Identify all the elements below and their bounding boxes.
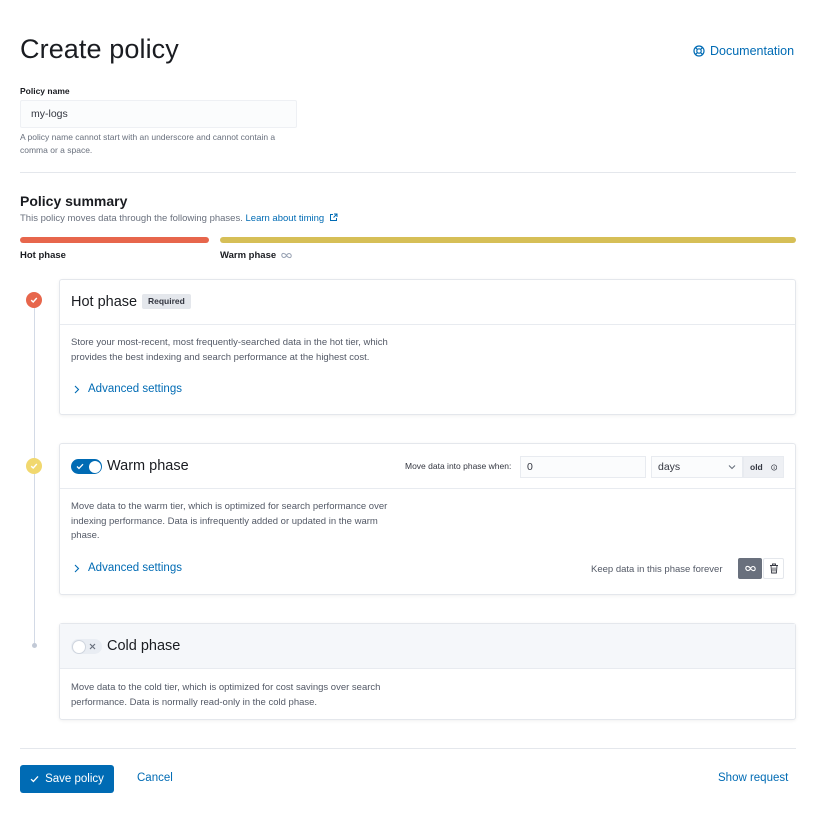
chevron-right-icon bbox=[74, 564, 80, 572]
documentation-label: Documentation bbox=[710, 44, 795, 58]
save-policy-button[interactable]: Save policy bbox=[20, 765, 114, 793]
help-icon bbox=[693, 45, 705, 57]
summary-title: Policy summary bbox=[20, 193, 128, 209]
warm-desc-line-3: phase. bbox=[71, 530, 100, 541]
warm-phase-title: Warm phase bbox=[107, 458, 189, 474]
warm-phase-indicator bbox=[26, 458, 42, 474]
warm-unit-value: days bbox=[658, 461, 681, 473]
check-icon bbox=[76, 463, 84, 470]
cold-phase-title: Cold phase bbox=[107, 638, 181, 654]
cold-desc-line-1: Move data to the cold tier, which is opt… bbox=[71, 682, 381, 693]
old-label: old bbox=[750, 462, 763, 472]
warm-phase-bar-text: Warm phase bbox=[220, 250, 277, 261]
warm-advanced-settings-toggle[interactable]: Advanced settings bbox=[73, 562, 182, 574]
hot-advanced-settings-label: Advanced settings bbox=[88, 383, 182, 395]
documentation-link[interactable]: Documentation bbox=[693, 44, 794, 58]
cold-phase-description: Move data to the cold tier, which is opt… bbox=[71, 681, 380, 710]
hot-phase-bar bbox=[20, 237, 209, 243]
delete-phase-button[interactable] bbox=[763, 558, 784, 579]
required-badge: Required bbox=[142, 294, 191, 309]
warm-desc-line-1: Move data to the warm tier, which is opt… bbox=[71, 501, 388, 512]
warm-age-append: old bbox=[743, 456, 784, 478]
summary-description-text: This policy moves data through the follo… bbox=[20, 213, 243, 224]
hot-phase-panel: Hot phase Required Store your most-recen… bbox=[59, 279, 796, 415]
warm-desc-line-2: indexing performance. Data is infrequent… bbox=[71, 515, 378, 527]
close-icon bbox=[89, 643, 96, 650]
hot-phase-title: Hot phase bbox=[71, 294, 138, 310]
hot-phase-bar-label: Hot phase bbox=[20, 250, 66, 261]
check-icon bbox=[30, 297, 38, 303]
warm-age-input[interactable]: 0 bbox=[520, 456, 646, 478]
hot-phase-header: Hot phase Required bbox=[60, 280, 795, 325]
policy-name-help: A policy name cannot start with an under… bbox=[20, 132, 276, 155]
warm-phase-description: Move data to the warm tier, which is opt… bbox=[71, 500, 387, 544]
hot-phase-description: Store your most-recent, most frequently-… bbox=[71, 336, 388, 365]
save-policy-label: Save policy bbox=[45, 773, 104, 785]
policy-name-input[interactable] bbox=[20, 100, 297, 128]
warm-phase-bar-label: Warm phase bbox=[220, 250, 293, 261]
policy-name-label: Policy name bbox=[20, 86, 70, 96]
warm-phase-header: Warm phase Move data into phase when: 0 … bbox=[60, 444, 795, 489]
hot-phase-indicator bbox=[26, 292, 42, 308]
warm-unit-select[interactable]: days bbox=[651, 456, 743, 478]
summary-description: This policy moves data through the follo… bbox=[20, 213, 338, 224]
move-data-label: Move data into phase when: bbox=[405, 461, 512, 471]
hot-desc-line-1: Store your most-recent, most frequently-… bbox=[71, 337, 388, 348]
warm-phase-toggle[interactable] bbox=[71, 459, 102, 474]
learn-timing-link[interactable]: Learn about timing bbox=[246, 213, 338, 224]
section-divider bbox=[20, 172, 796, 173]
hot-desc-line-2: provides the best indexing and search pe… bbox=[71, 351, 370, 363]
chevron-right-icon bbox=[74, 385, 80, 393]
toggle-knob bbox=[88, 460, 101, 473]
learn-timing-label: Learn about timing bbox=[245, 213, 325, 224]
cancel-button[interactable]: Cancel bbox=[137, 772, 173, 784]
warm-phase-bar bbox=[220, 237, 796, 243]
chevron-down-icon bbox=[728, 465, 736, 470]
footer-divider bbox=[20, 748, 796, 749]
cold-phase-panel: Cold phase Move data to the cold tier, w… bbox=[59, 623, 796, 720]
keep-forever-label: Keep data in this phase forever bbox=[591, 564, 723, 575]
cold-desc-line-2: performance. Data is normally read-only … bbox=[71, 696, 318, 708]
infinity-icon bbox=[281, 252, 292, 259]
cold-phase-indicator bbox=[32, 643, 37, 648]
cold-phase-toggle[interactable] bbox=[71, 639, 102, 654]
hot-advanced-settings-toggle[interactable]: Advanced settings bbox=[73, 383, 182, 395]
cold-phase-header: Cold phase bbox=[60, 624, 795, 669]
info-icon[interactable] bbox=[770, 463, 777, 472]
check-icon bbox=[30, 463, 38, 469]
warm-phase-panel: Warm phase Move data into phase when: 0 … bbox=[59, 443, 796, 595]
infinity-icon bbox=[744, 565, 756, 572]
warm-advanced-settings-label: Advanced settings bbox=[88, 562, 182, 574]
toggle-knob bbox=[72, 640, 85, 653]
keep-forever-button[interactable] bbox=[738, 558, 762, 579]
page-title: Create policy bbox=[20, 34, 179, 64]
external-link-icon bbox=[329, 213, 338, 221]
trash-icon bbox=[769, 563, 778, 574]
check-icon bbox=[30, 775, 39, 783]
show-request-link[interactable]: Show request bbox=[718, 772, 788, 784]
